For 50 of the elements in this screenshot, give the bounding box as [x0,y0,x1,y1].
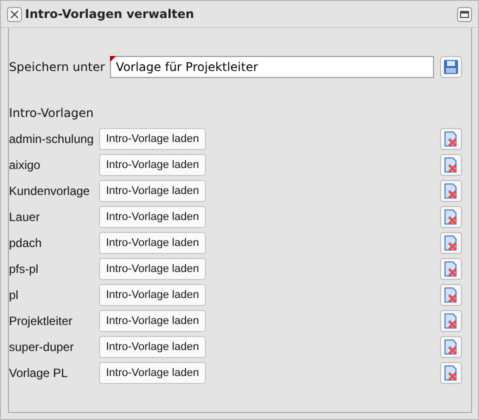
template-name: pdach [9,236,43,250]
delete-template-button[interactable] [440,206,462,228]
template-name: Vorlage PL [9,366,69,380]
load-template-button[interactable]: Intro-Vorlage laden [99,154,206,176]
template-name: pl [9,288,20,302]
load-template-button[interactable]: Intro-Vorlage laden [99,310,206,332]
load-template-button[interactable]: Intro-Vorlage laden [99,206,206,228]
load-template-button[interactable]: Intro-Vorlage laden [99,258,206,280]
template-name: super-duper [9,340,75,354]
delete-document-icon [443,131,459,147]
load-template-button[interactable]: Intro-Vorlage laden [99,336,206,358]
template-name: aixigo [9,158,42,172]
save-icon [443,59,459,75]
template-name: admin-schulung [9,132,95,146]
maximize-button[interactable] [457,6,472,22]
load-template-button[interactable]: Intro-Vorlage laden [99,362,206,384]
delete-template-button[interactable] [440,284,462,306]
delete-document-icon [443,157,459,173]
delete-template-button[interactable] [440,232,462,254]
delete-template-button[interactable] [440,180,462,202]
window-title: Intro-Vorlagen verwalten [25,7,196,21]
delete-document-icon [443,365,459,381]
save-as-label: Speichern unter [9,60,105,74]
template-name: Projektleiter [9,314,74,328]
template-name: pfs-pl [9,262,40,276]
section-title: Intro-Vorlagen [9,106,95,120]
delete-document-icon [443,261,459,277]
delete-template-button[interactable] [440,362,462,384]
load-template-button[interactable]: Intro-Vorlage laden [99,232,206,254]
delete-document-icon [443,209,459,225]
delete-document-icon [443,339,459,355]
close-icon [10,10,19,18]
close-button[interactable] [7,6,22,22]
delete-template-button[interactable] [440,128,462,150]
template-name: Lauer [9,210,41,224]
template-name-field[interactable]: Vorlage für Projektleiter [110,56,434,78]
delete-document-icon [443,313,459,329]
delete-document-icon [443,183,459,199]
delete-template-button[interactable] [440,336,462,358]
delete-document-icon [443,235,459,251]
delete-template-button[interactable] [440,310,462,332]
template-name: Kundenvorlage [9,184,91,198]
maximize-icon [460,10,469,18]
delete-document-icon [443,287,459,303]
load-template-button[interactable]: Intro-Vorlage laden [99,284,206,306]
delete-template-button[interactable] [440,154,462,176]
save-button[interactable] [440,56,462,78]
delete-template-button[interactable] [440,258,462,280]
load-template-button[interactable]: Intro-Vorlage laden [99,180,206,202]
load-template-button[interactable]: Intro-Vorlage laden [99,128,206,150]
